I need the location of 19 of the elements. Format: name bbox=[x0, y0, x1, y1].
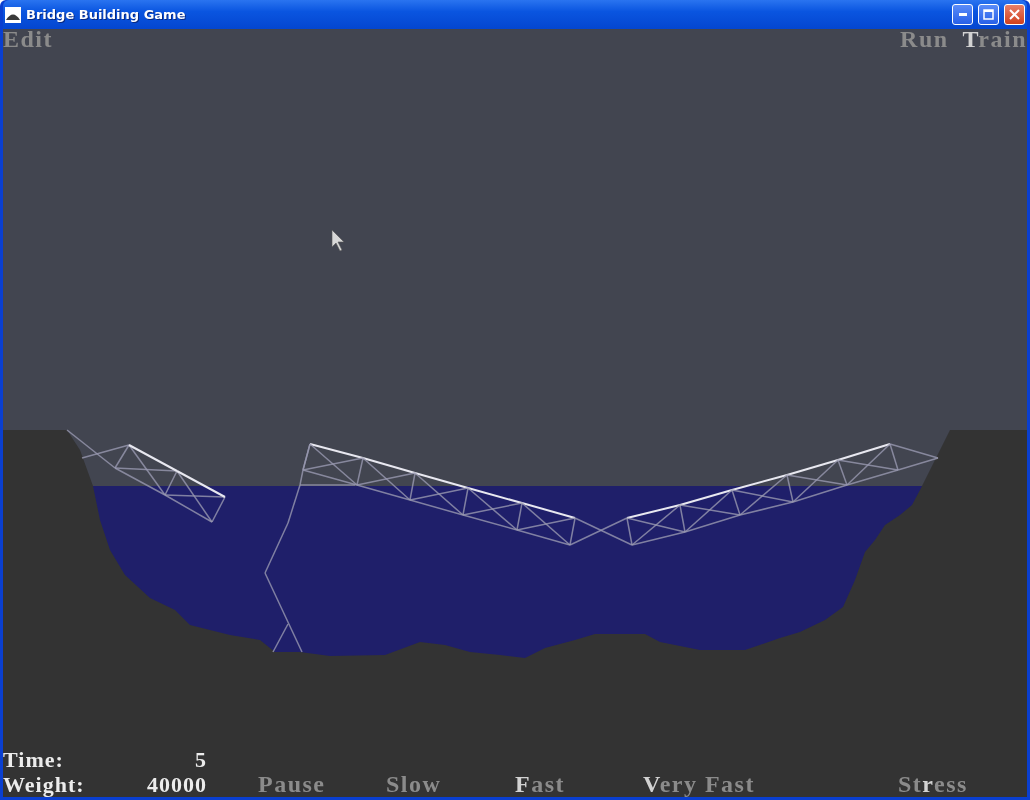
maximize-button[interactable] bbox=[978, 4, 999, 25]
speed-button[interactable]: Fast bbox=[515, 772, 565, 797]
stat-label: Time: bbox=[3, 747, 65, 772]
maximize-icon bbox=[983, 9, 994, 20]
speed-button[interactable]: Stress bbox=[898, 772, 968, 797]
speed-button[interactable]: Very Fast bbox=[643, 772, 755, 797]
speed-button[interactable]: Pause bbox=[258, 772, 326, 797]
stat-value: 5 bbox=[194, 747, 207, 772]
menu-item[interactable]: Train bbox=[962, 29, 1027, 52]
minimize-button[interactable] bbox=[952, 4, 973, 25]
window-title: Bridge Building Game bbox=[26, 7, 187, 22]
speed-button[interactable]: Slow bbox=[386, 772, 442, 797]
stat-label: Weight: bbox=[3, 772, 86, 797]
bridge-app-icon bbox=[5, 6, 21, 23]
stat-value: 40000 bbox=[146, 772, 207, 797]
cursor-icon bbox=[331, 229, 345, 252]
close-icon bbox=[1009, 9, 1020, 20]
minimize-icon bbox=[958, 13, 967, 16]
close-button[interactable] bbox=[1004, 4, 1025, 25]
